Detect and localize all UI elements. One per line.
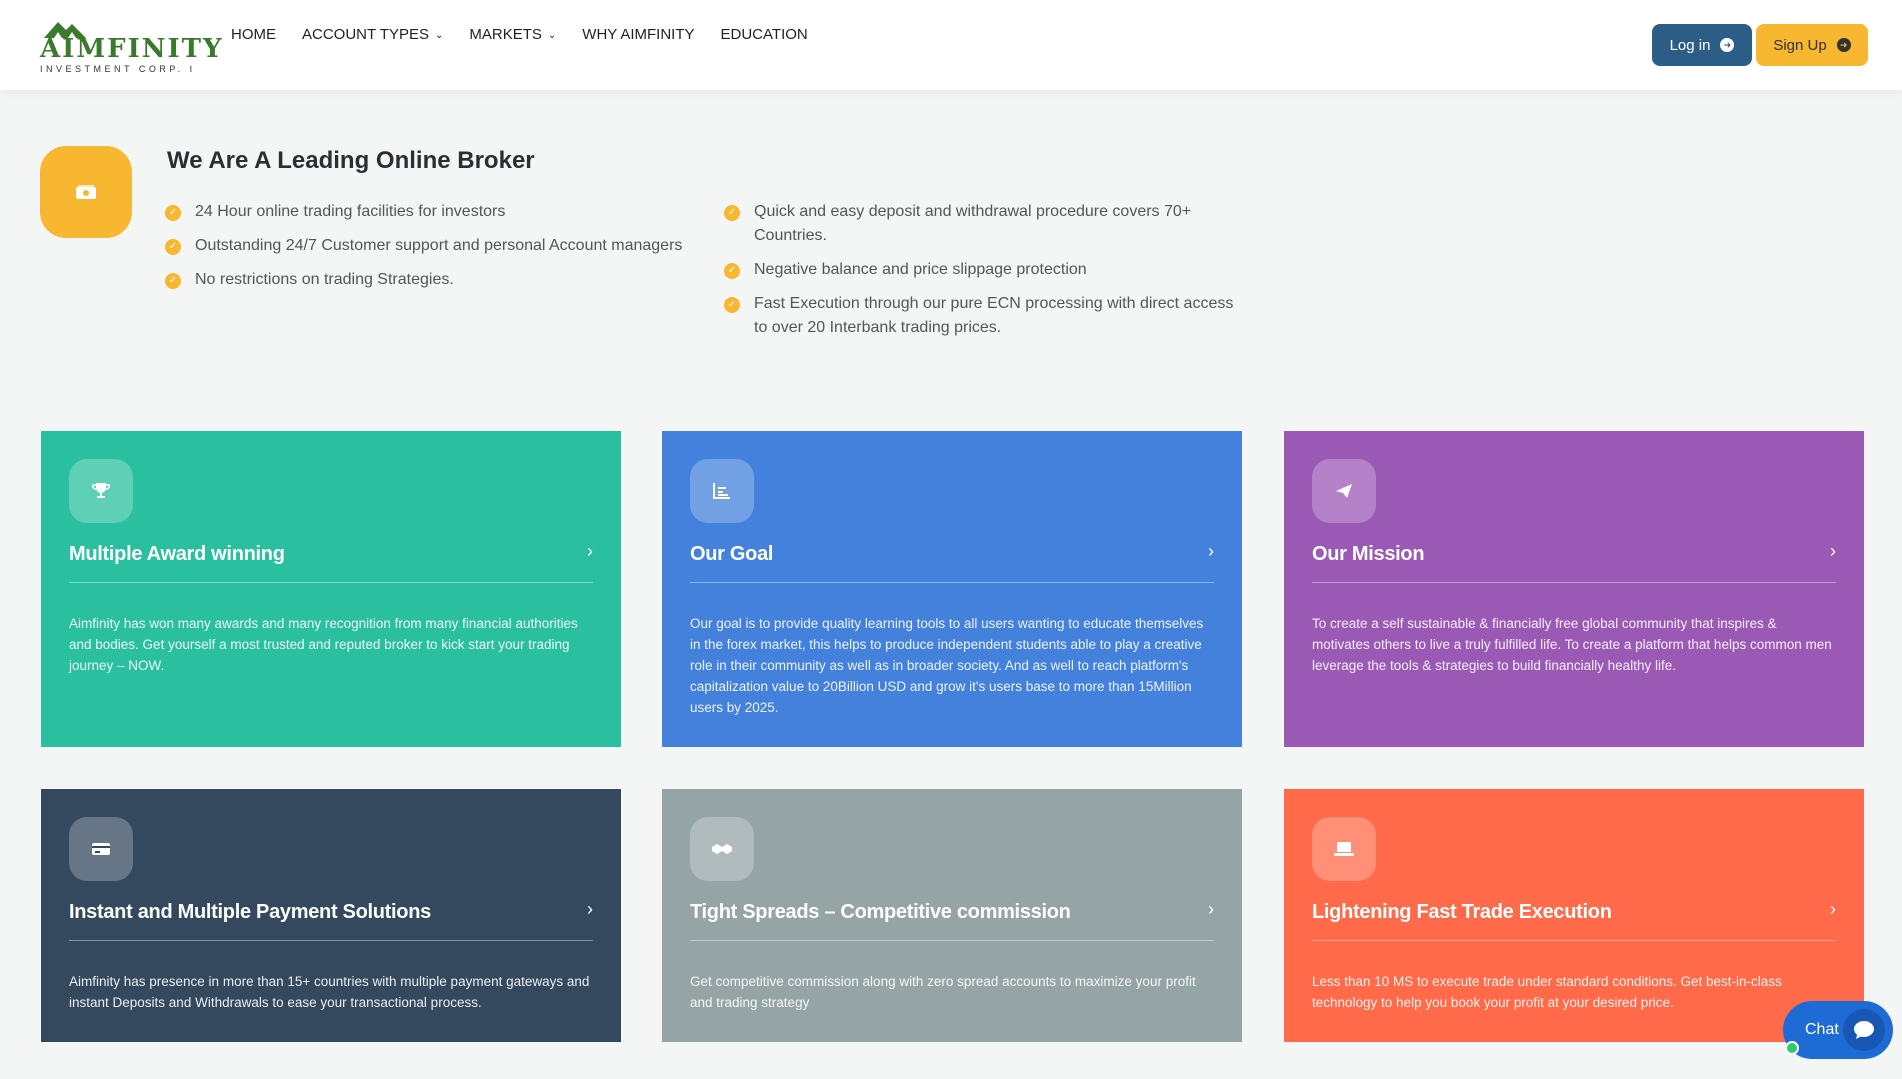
online-status-dot [1785,1041,1799,1055]
laptop-icon [1312,817,1376,881]
card-text: Aimfinity has won many awards and many r… [69,616,578,673]
chart-icon [690,459,754,523]
card-text: Less than 10 MS to execute trade under s… [1312,974,1782,1010]
signup-label: Sign Up [1773,36,1827,54]
card-award[interactable]: Multiple Award winning › Aimfinity has w… [41,431,621,747]
feature-item: ✓ 24 Hour online trading facilities for … [165,200,685,224]
feature-text: Fast Execution through our pure ECN proc… [754,295,1234,336]
trophy-icon [69,459,133,523]
check-icon: ✓ [165,239,181,255]
check-icon: ✓ [165,273,181,289]
nav-education[interactable]: EDUCATION [721,26,808,43]
nav-label: ACCOUNT TYPES [302,26,429,43]
card-title: Our Mission [1312,543,1425,565]
check-icon: ✓ [724,205,740,221]
credit-card-icon [69,817,133,881]
card-title: Tight Spreads – Competitive commission [690,901,1071,923]
check-icon: ✓ [724,297,740,313]
money-icon [40,146,132,238]
chevron-right-icon[interactable]: › [587,541,593,562]
feature-text: Negative balance and price slippage prot… [754,261,1087,278]
handshake-icon [690,817,754,881]
feature-text: Quick and easy deposit and withdrawal pr… [754,203,1192,244]
chevron-right-icon[interactable]: › [587,899,593,920]
nav-label: EDUCATION [720,26,808,43]
feature-text: 24 Hour online trading facilities for in… [195,203,506,220]
nav-label: MARKETS [469,26,542,43]
card-execution[interactable]: Lightening Fast Trade Execution › Less t… [1284,789,1864,1042]
arrow-right-icon: ➜ [1836,38,1851,52]
logo-text: AIMFINITY [40,34,224,64]
feature-item: ✓ Negative balance and price slippage pr… [724,258,1244,282]
site-header: AIMFINITY INVESTMENT CORP. I HOME ACCOUN… [0,0,1902,90]
feature-text: Outstanding 24/7 Customer support and pe… [195,237,683,254]
nav-account-types[interactable]: ACCOUNT TYPES ⌄ [302,26,443,43]
chevron-down-icon: ⌄ [547,30,557,41]
chevron-right-icon[interactable]: › [1830,541,1836,562]
check-icon: ✓ [724,263,740,279]
card-goal[interactable]: Our Goal › Our goal is to provide qualit… [662,431,1242,747]
nav-label: HOME [231,26,276,43]
card-title: Lightening Fast Trade Execution [1312,901,1612,923]
feature-item: ✓ Quick and easy deposit and withdrawal … [724,200,1244,248]
card-header: Our Goal › [690,541,1214,583]
signup-button[interactable]: Sign Up ➜ [1756,24,1868,66]
main-nav: HOME ACCOUNT TYPES ⌄ MARKETS ⌄ WHY AIMFI… [231,26,808,43]
logo-subtitle: INVESTMENT CORP. I [40,64,196,74]
chevron-right-icon[interactable]: › [1830,899,1836,920]
card-text: Get competitive commission along with ze… [690,974,1196,1010]
feature-item: ✓ Fast Execution through our pure ECN pr… [724,292,1244,340]
nav-home[interactable]: HOME [231,26,276,43]
card-header: Multiple Award winning › [69,541,593,583]
nav-label: WHY AIMFINITY [582,26,695,43]
chevron-right-icon[interactable]: › [1208,899,1214,920]
card-text: Our goal is to provide quality learning … [690,616,1204,715]
card-header: Lightening Fast Trade Execution › [1312,899,1836,941]
feature-list-right: ✓ Quick and easy deposit and withdrawal … [724,200,1244,350]
card-header: Tight Spreads – Competitive commission › [690,899,1214,941]
logo[interactable]: AIMFINITY INVESTMENT CORP. I [40,18,222,74]
chat-label: Chat [1805,1021,1839,1038]
card-title: Instant and Multiple Payment Solutions [69,901,431,923]
nav-markets[interactable]: MARKETS ⌄ [469,26,556,43]
chevron-right-icon[interactable]: › [1208,541,1214,562]
login-button[interactable]: Log in ➜ [1652,24,1752,66]
nav-why-aimfinity[interactable]: WHY AIMFINITY [582,26,694,43]
chevron-down-icon: ⌄ [434,30,444,41]
card-header: Instant and Multiple Payment Solutions › [69,899,593,941]
section-title: We Are A Leading Online Broker [167,147,535,174]
chat-widget-button[interactable]: Chat [1783,1001,1893,1059]
card-payment[interactable]: Instant and Multiple Payment Solutions ›… [41,789,621,1042]
chat-bubble-icon [1843,1009,1885,1051]
arrow-right-icon: ➜ [1720,38,1735,52]
login-label: Log in [1669,36,1711,54]
feature-text: No restrictions on trading Strategies. [195,271,454,288]
check-icon: ✓ [165,205,181,221]
card-title: Our Goal [690,543,774,565]
feature-item: ✓ Outstanding 24/7 Customer support and … [165,234,685,258]
card-text: To create a self sustainable & financial… [1312,616,1832,673]
card-header: Our Mission › [1312,541,1836,583]
feature-item: ✓ No restrictions on trading Strategies. [165,268,685,292]
card-title: Multiple Award winning [69,543,285,565]
card-mission[interactable]: Our Mission › To create a self sustainab… [1284,431,1864,747]
card-spreads[interactable]: Tight Spreads – Competitive commission ›… [662,789,1242,1042]
feature-list-left: ✓ 24 Hour online trading facilities for … [165,200,685,302]
paper-plane-icon [1312,459,1376,523]
card-text: Aimfinity has presence in more than 15+ … [69,974,590,1010]
